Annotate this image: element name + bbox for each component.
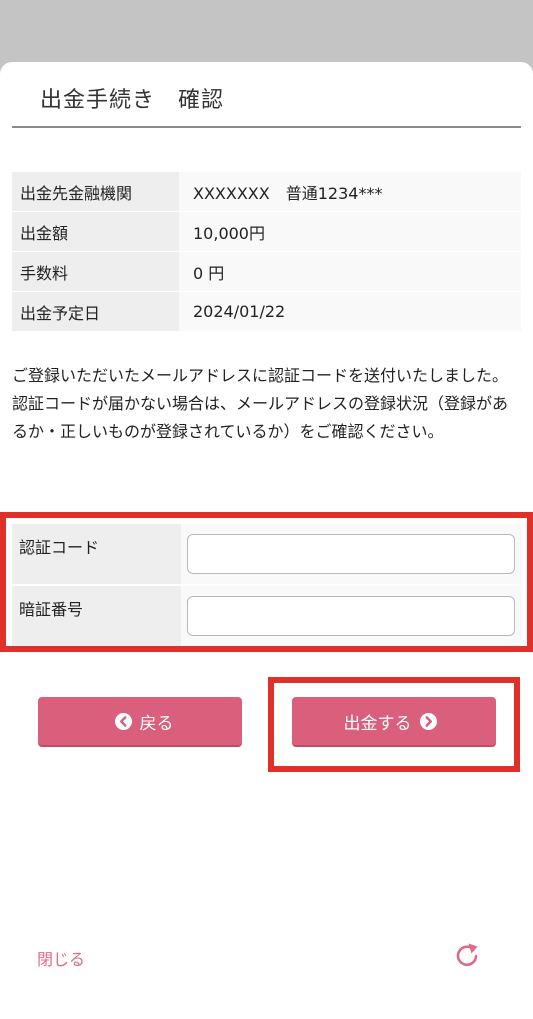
notice-line-help: 認証コードが届かない場合は、メールアドレスの登録状況（登録があるか・正しいものが… [12, 394, 509, 441]
detail-label-fee: 手数料 [12, 251, 179, 292]
back-button[interactable]: 戻る [38, 697, 242, 747]
table-row: 出金先金融機関 XXXXXXX 普通1234*** [12, 172, 521, 212]
auth-code-label-cell: 認証コード [12, 524, 181, 584]
detail-label-amount: 出金額 [12, 211, 179, 252]
detail-value-fee: 0 円 [179, 251, 521, 292]
pin-label-cell: 暗証番号 [12, 586, 181, 646]
auth-code-row: 認証コード [12, 524, 521, 584]
form-highlight-box: 認証コード 暗証番号 [0, 512, 533, 652]
chevron-right-circle-icon [419, 712, 437, 730]
footer-bar: 閉じる [0, 932, 533, 982]
reload-icon[interactable] [452, 940, 482, 970]
notice-line-sent: ご登録いただいたメールアドレスに認証コードを送付いたしました。 [12, 366, 509, 385]
detail-label-bank: 出金先金融機関 [12, 172, 179, 212]
title-divider [12, 126, 521, 128]
pin-label: 暗証番号 [19, 600, 84, 619]
withdraw-submit-button[interactable]: 出金する [292, 697, 496, 747]
auth-code-label: 認証コード [19, 538, 100, 557]
page-title: 出金手続き 確認 [40, 88, 225, 113]
withdrawal-details-table: 出金先金融機関 XXXXXXX 普通1234*** 出金額 10,000円 手数… [12, 172, 521, 332]
detail-label-date: 出金予定日 [12, 291, 179, 332]
detail-value-date: 2024/01/22 [179, 291, 521, 332]
back-button-label: 戻る [139, 713, 174, 734]
table-row: 手数料 0 円 [12, 251, 521, 292]
auth-code-input[interactable] [187, 534, 515, 574]
notice-text: ご登録いただいたメールアドレスに認証コードを送付いたしました。 認証コードが届か… [12, 362, 518, 446]
close-link[interactable]: 閉じる [37, 946, 85, 970]
chevron-left-circle-icon [114, 712, 132, 730]
pin-row: 暗証番号 [12, 586, 521, 646]
table-row: 出金予定日 2024/01/22 [12, 291, 521, 332]
submit-button-label: 出金する [343, 713, 412, 734]
pin-input[interactable] [187, 596, 515, 636]
detail-value-bank: XXXXXXX 普通1234*** [179, 172, 521, 212]
detail-value-amount: 10,000円 [179, 211, 521, 252]
modal-sheet: 出金手続き 確認 出金先金融機関 XXXXXXX 普通1234*** 出金額 1… [0, 62, 533, 1019]
table-row: 出金額 10,000円 [12, 211, 521, 252]
